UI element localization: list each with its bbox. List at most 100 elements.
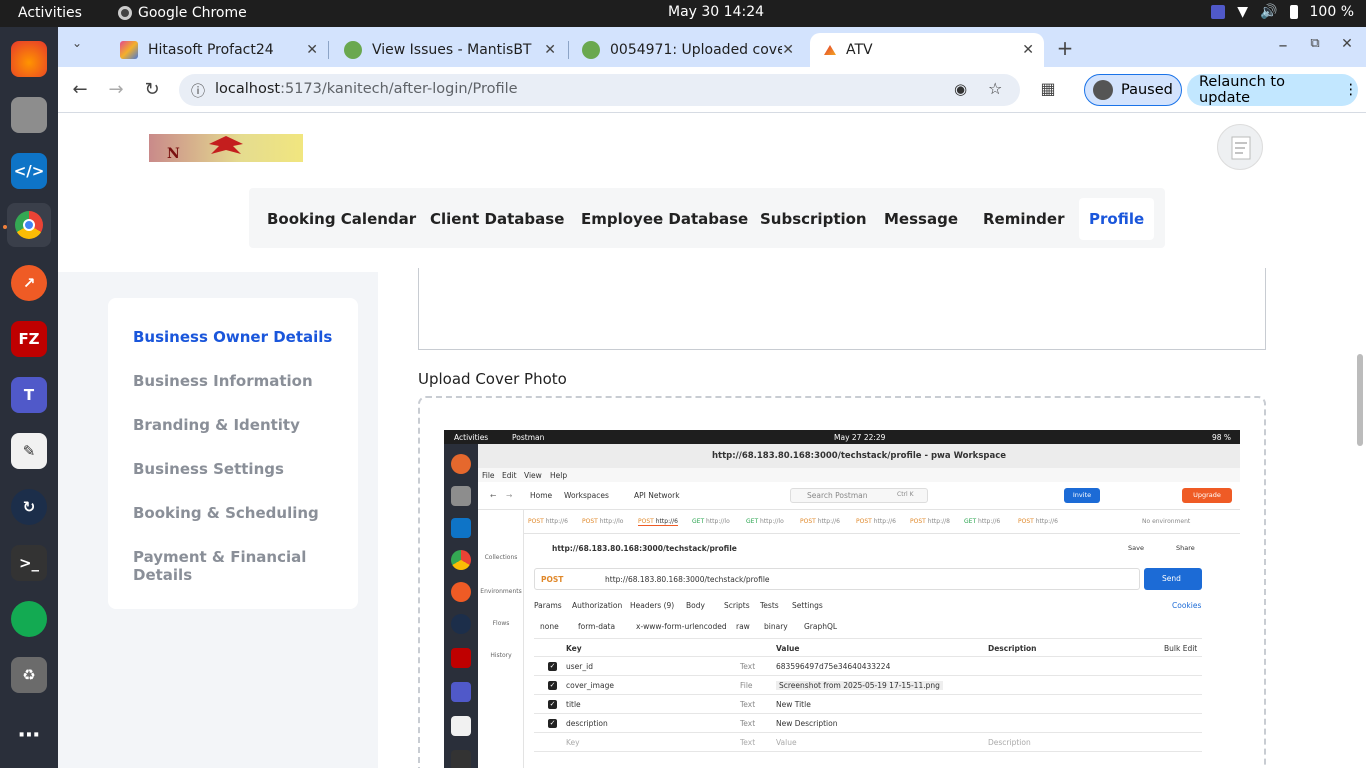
preview-search: Search Postman Ctrl K (790, 488, 928, 503)
relaunch-button[interactable]: Relaunch to update ⋮ (1187, 74, 1358, 106)
tab-mantis-view[interactable]: View Issues - MantisBT ✕ (330, 33, 566, 67)
preview-url: http://68.183.80.168:3000/techstack/prof… (605, 575, 770, 584)
request-tab: POST http://6 (800, 518, 840, 525)
address-bar[interactable]: ⓘ localhost:5173/kanitech/after-login/Pr… (179, 74, 1020, 106)
tab-hitasoft[interactable]: Hitasoft Profact24 ✕ (106, 33, 328, 67)
profile-paused-button[interactable]: Paused (1084, 74, 1182, 106)
bulk-edit: Bulk Edit (1164, 644, 1198, 653)
text-editor-icon[interactable]: ✎ (11, 433, 47, 469)
minimize-button[interactable]: – (1272, 35, 1294, 56)
nav-message[interactable]: Message (884, 210, 958, 228)
terminal-icon[interactable]: >_ (11, 545, 47, 581)
menu-file: File (482, 471, 495, 480)
svg-text:N: N (167, 146, 180, 162)
more-menu-icon[interactable]: ⋮ (1344, 82, 1359, 98)
firefox-icon (451, 454, 471, 474)
mantis-favicon (582, 41, 600, 59)
user-avatar[interactable] (1217, 124, 1263, 170)
tab-search-icon[interactable]: ⌄ (66, 36, 88, 50)
trash-icon[interactable]: ♻ (11, 657, 47, 693)
tab-title: Hitasoft Profact24 (148, 42, 274, 58)
extensions-icon[interactable]: ▦ (1037, 79, 1059, 98)
nav-client-database[interactable]: Client Database (430, 210, 564, 228)
chrome-dock-icon[interactable] (7, 203, 51, 247)
side-history: History (490, 652, 512, 659)
row-type: Text (740, 662, 756, 671)
files-icon[interactable] (11, 97, 47, 133)
clock[interactable]: May 30 14:24 (668, 4, 764, 20)
page-viewport: N Booking Calendar Client Database Emplo… (58, 114, 1366, 768)
arrow-left-icon: ← (490, 491, 497, 500)
main-navigation: Booking Calendar Client Database Employe… (249, 188, 1165, 248)
activities-button[interactable]: Activities (18, 5, 82, 21)
sync-app-icon[interactable]: ↻ (11, 489, 47, 525)
hitasoft-favicon (120, 41, 138, 59)
nav-profile[interactable]: Profile (1079, 198, 1155, 240)
sidebar-item-booking-scheduling[interactable]: Booking & Scheduling (133, 504, 319, 522)
nav-reminder[interactable]: Reminder (983, 210, 1064, 228)
sidebar-item-business-settings[interactable]: Business Settings (133, 460, 284, 478)
sidebar-item-branding-identity[interactable]: Branding & Identity (133, 416, 300, 434)
nav-subscription[interactable]: Subscription (760, 210, 867, 228)
reload-button[interactable]: ↻ (141, 79, 163, 100)
sidebar-item-business-owner-details[interactable]: Business Owner Details (133, 328, 332, 346)
preview-share: Share (1176, 544, 1195, 552)
request-tab: GET http://lo (692, 518, 730, 525)
site-info-icon[interactable]: ⓘ (191, 81, 205, 101)
close-window-button[interactable]: ✕ (1336, 36, 1358, 52)
firefox-icon[interactable] (11, 41, 47, 77)
system-tray[interactable]: ▼ 🔊 100 % (1211, 4, 1354, 20)
forward-button[interactable]: → (105, 79, 127, 100)
back-button[interactable]: ← (69, 79, 91, 100)
cover-photo-dropzone[interactable]: Activities Postman May 27 22:29 98 % htt… (418, 396, 1266, 768)
tab-mantis-issue[interactable]: 0054971: Uploaded cove ✕ (568, 33, 804, 67)
browser-tab-strip: ⌄ Hitasoft Profact24 ✕ View Issues - Man… (58, 27, 1366, 67)
ubuntu-dock: </> ↗ FZ T ✎ ↻ >_ ♻ ⋯ (0, 27, 58, 768)
tab-atv[interactable]: ATV ✕ (810, 33, 1044, 67)
close-icon[interactable]: ✕ (306, 42, 318, 58)
preview-top-bar: Activities Postman May 27 22:29 98 % (444, 430, 1240, 444)
eye-off-icon[interactable]: ◉ (954, 80, 967, 98)
row-description: Description (988, 738, 1031, 747)
new-tab-button[interactable]: + (1054, 36, 1076, 60)
row-value: Screenshot from 2025-05-19 17-15-11.png (776, 681, 943, 690)
show-apps-icon[interactable]: ⋯ (11, 717, 47, 753)
brand-logo[interactable]: N (149, 134, 303, 162)
preview-method: POST (541, 575, 564, 584)
browser-toolbar: ← → ↻ ⓘ localhost:5173/kanitech/after-lo… (58, 67, 1366, 113)
preview-app-name: Postman (512, 433, 545, 442)
close-icon[interactable]: ✕ (782, 42, 794, 58)
nav-booking-calendar[interactable]: Booking Calendar (267, 210, 416, 228)
terminal-icon (451, 750, 471, 768)
nav-employee-database[interactable]: Employee Database (581, 210, 748, 228)
preview-url-bar: POST http://68.183.80.168:3000/techstack… (534, 568, 1140, 590)
checkbox-checked-icon: ✓ (548, 719, 557, 728)
request-tab: GET http://6 (964, 518, 1001, 525)
profile-sidebar: Business Owner Details Business Informat… (108, 298, 358, 609)
active-app-indicator[interactable]: Google Chrome (118, 5, 247, 21)
page-scrollbar[interactable] (1357, 354, 1363, 446)
sidebar-item-business-information[interactable]: Business Information (133, 372, 313, 390)
preview-dock (444, 444, 478, 768)
postman-icon[interactable]: ↗ (11, 265, 47, 301)
filezilla-icon (451, 648, 471, 668)
restore-button[interactable]: ⧉ (1304, 36, 1326, 51)
sidebar-item-payment-financial[interactable]: Payment & Financial Details (133, 548, 358, 584)
mongodb-compass-icon[interactable] (11, 601, 47, 637)
table-row: ✓ user_id Text 683596497d75e34640433224 (534, 657, 1202, 676)
vscode-icon[interactable]: </> (11, 153, 47, 189)
bookmark-star-icon[interactable]: ☆ (988, 79, 1002, 98)
description-textarea[interactable] (418, 268, 1266, 350)
checkbox-checked-icon: ✓ (548, 681, 557, 690)
preview-window-title: http://68.183.80.168:3000/techstack/prof… (478, 444, 1240, 468)
close-icon[interactable]: ✕ (544, 42, 556, 58)
url-text: localhost:5173/kanitech/after-login/Prof… (215, 81, 518, 97)
filezilla-icon[interactable]: FZ (11, 321, 47, 357)
teams-icon[interactable]: T (11, 377, 47, 413)
body-type: binary (764, 622, 788, 631)
search-placeholder: Search Postman (807, 491, 868, 500)
files-icon (451, 486, 471, 506)
wifi-icon: ▼ (1237, 4, 1249, 20)
table-row: ✓ cover_image File Screenshot from 2025-… (534, 676, 1202, 695)
close-icon[interactable]: ✕ (1022, 42, 1034, 58)
